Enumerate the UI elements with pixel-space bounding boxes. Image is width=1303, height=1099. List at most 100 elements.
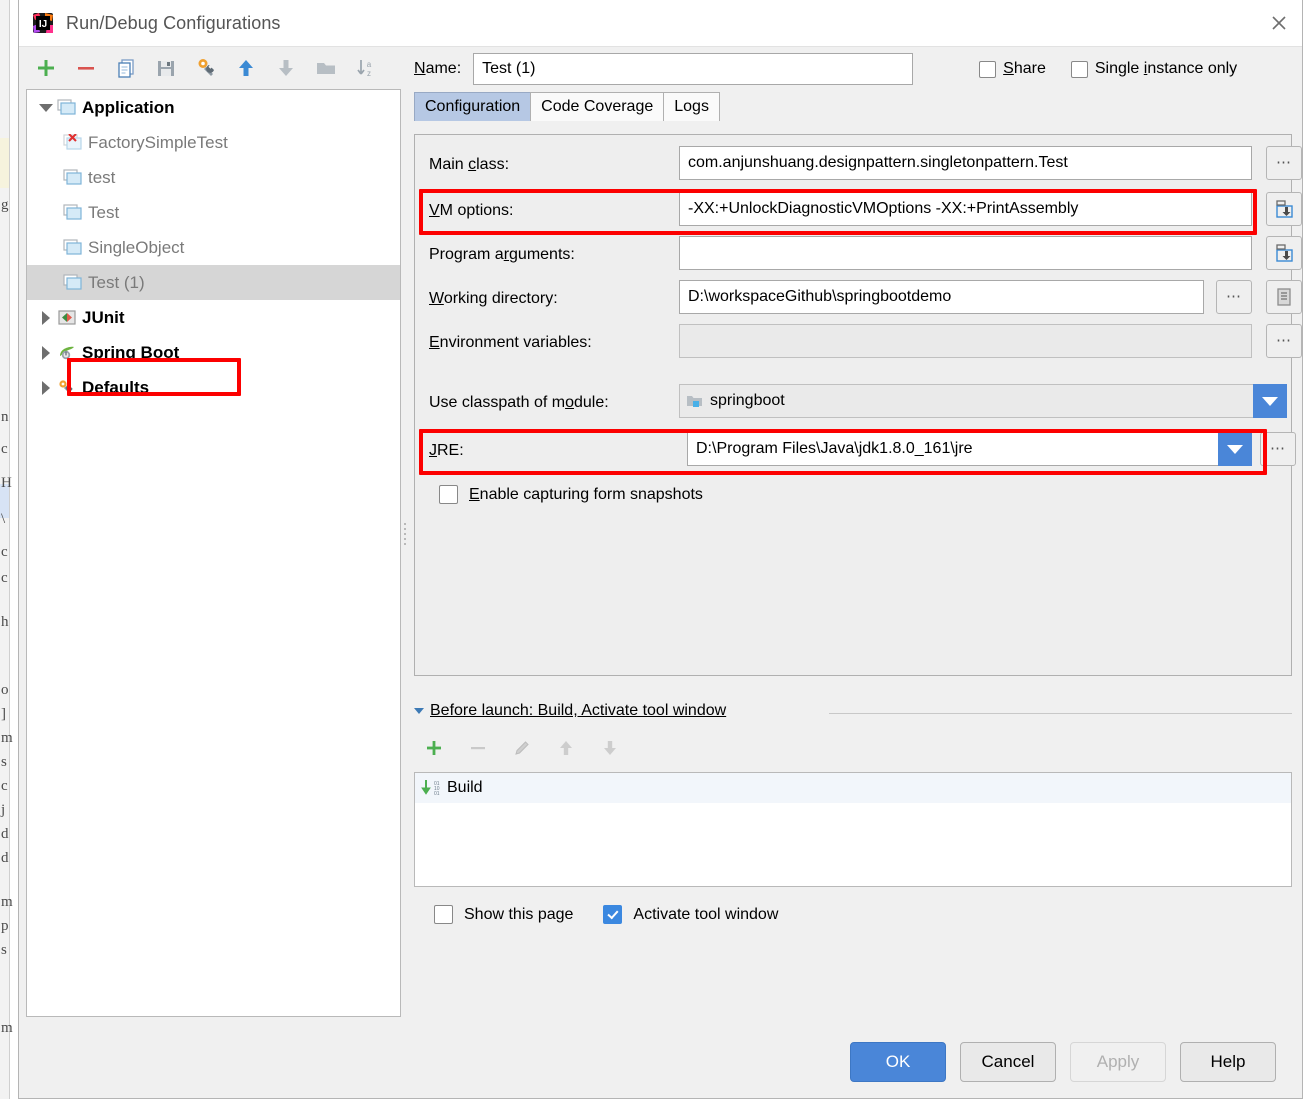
tree-item-test[interactable]: Test bbox=[27, 195, 400, 230]
tab-code-coverage[interactable]: Code Coverage bbox=[530, 92, 665, 121]
tree-item-spring-boot[interactable]: Spring Boot bbox=[27, 335, 400, 370]
triangle-right-icon[interactable] bbox=[35, 380, 57, 395]
activate-tool-window-box bbox=[603, 905, 623, 924]
help-button[interactable]: Help bbox=[1180, 1042, 1276, 1082]
copy-icon[interactable] bbox=[113, 55, 139, 81]
tab-logs[interactable]: Logs bbox=[663, 92, 720, 121]
vm-options-expand-button[interactable] bbox=[1266, 192, 1302, 226]
spring-boot-icon bbox=[57, 344, 79, 362]
enable-form-snapshots-checkbox[interactable]: Enable capturing form snapshots bbox=[439, 485, 703, 504]
environment-variables-browse-button[interactable]: ⋯ bbox=[1266, 324, 1302, 358]
expand-editor-icon bbox=[1276, 200, 1293, 218]
working-directory-browse-button[interactable]: ⋯ bbox=[1216, 280, 1252, 314]
working-directory-macro-button[interactable] bbox=[1266, 280, 1302, 314]
name-input[interactable]: Test (1) bbox=[473, 53, 914, 85]
configurations-tree[interactable]: Application FactorySimpleTest test Test Sing… bbox=[26, 89, 401, 1017]
single-instance-checkbox-box bbox=[1070, 60, 1088, 78]
application-error-icon bbox=[63, 132, 85, 152]
arrow-up-icon[interactable] bbox=[233, 55, 259, 81]
main-class-browse-button[interactable]: ⋯ bbox=[1266, 146, 1302, 180]
classpath-module-dropdown-arrow[interactable] bbox=[1253, 384, 1287, 418]
background-glyph: ] bbox=[1, 706, 6, 722]
environment-variables-input[interactable] bbox=[679, 324, 1252, 358]
share-checkbox-box bbox=[979, 60, 997, 78]
svg-text:IJ: IJ bbox=[39, 19, 47, 30]
show-this-page-label: Show this page bbox=[464, 905, 574, 923]
background-glyph: s bbox=[1, 754, 7, 770]
before-launch-title: Before launch: Build, Activate tool wind… bbox=[430, 702, 727, 719]
wrench-icon bbox=[57, 379, 79, 397]
background-glyph: c bbox=[1, 544, 8, 560]
vm-options-value: -XX:+UnlockDiagnosticVMOptions -XX:+Prin… bbox=[688, 200, 1079, 217]
jre-label: JRE: bbox=[429, 442, 464, 459]
share-checkbox[interactable]: Share bbox=[979, 60, 1046, 78]
add-configuration-button[interactable] bbox=[33, 55, 59, 81]
arrow-down-icon[interactable] bbox=[273, 55, 299, 81]
environment-variables-label: Environment variables: bbox=[429, 334, 592, 351]
tab-configuration[interactable]: Configuration bbox=[414, 92, 532, 121]
jre-browse-button[interactable]: ⋯ bbox=[1260, 432, 1296, 466]
show-this-page-box bbox=[434, 905, 453, 924]
triangle-down-icon bbox=[414, 708, 424, 714]
jre-combo[interactable]: D:\Program Files\Java\jdk1.8.0_161\jre bbox=[687, 432, 1252, 466]
svg-text:01: 01 bbox=[434, 791, 440, 797]
configuration-tabs: Configuration Code Coverage Logs bbox=[409, 91, 1302, 121]
pane-splitter[interactable] bbox=[402, 520, 408, 546]
tree-item-label: JUnit bbox=[82, 307, 125, 327]
tree-item-test-1[interactable]: Test (1) bbox=[27, 265, 400, 300]
classpath-module-combo[interactable]: springboot bbox=[679, 384, 1287, 418]
tree-item-label: SingleObject bbox=[88, 237, 185, 257]
show-this-page-checkbox[interactable]: Show this page bbox=[434, 905, 573, 924]
dialog-footer: OK Cancel Apply Help bbox=[19, 1026, 1302, 1098]
program-arguments-label: Program arguments: bbox=[429, 246, 575, 263]
ok-button-label: OK bbox=[885, 1052, 911, 1071]
cancel-button-label: Cancel bbox=[981, 1052, 1035, 1071]
ellipsis-icon: ⋯ bbox=[1276, 154, 1292, 171]
classpath-module-label: Use classpath of module: bbox=[429, 394, 609, 411]
single-instance-checkbox[interactable]: Single instance only bbox=[1070, 60, 1237, 78]
close-icon[interactable] bbox=[1256, 0, 1302, 45]
before-launch-task-list[interactable]: 01 10 01 Build bbox=[414, 772, 1292, 887]
before-launch-header[interactable]: Before launch: Build, Activate tool wind… bbox=[414, 702, 726, 720]
program-arguments-expand-button[interactable] bbox=[1266, 236, 1302, 270]
expand-editor-icon bbox=[1276, 244, 1293, 262]
working-directory-input[interactable]: D:\workspaceGithub\springbootdemo bbox=[679, 280, 1204, 314]
list-item[interactable]: 01 10 01 Build bbox=[415, 773, 1291, 803]
jre-value: D:\Program Files\Java\jdk1.8.0_161\jre bbox=[696, 440, 973, 457]
activate-tool-window-checkbox[interactable]: Activate tool window bbox=[603, 905, 778, 924]
tree-item-defaults[interactable]: Defaults bbox=[27, 370, 400, 405]
application-icon bbox=[57, 98, 79, 117]
background-glyph: m bbox=[1, 730, 13, 746]
tree-item-label: Spring Boot bbox=[82, 342, 180, 362]
list-item-label: Build bbox=[447, 779, 483, 796]
module-icon bbox=[686, 393, 704, 409]
wrench-icon[interactable] bbox=[193, 55, 219, 81]
tree-item-test[interactable]: test bbox=[27, 160, 400, 195]
triangle-right-icon[interactable] bbox=[35, 310, 57, 325]
tree-item-label: Test (1) bbox=[88, 272, 145, 292]
remove-configuration-button[interactable] bbox=[73, 55, 99, 81]
triangle-right-icon[interactable] bbox=[35, 345, 57, 360]
working-directory-value: D:\workspaceGithub\springbootdemo bbox=[688, 288, 952, 305]
name-row: Name: Test (1) Share Single instance onl… bbox=[409, 47, 1302, 91]
cancel-button[interactable]: Cancel bbox=[960, 1042, 1056, 1082]
jre-dropdown-arrow[interactable] bbox=[1218, 432, 1252, 466]
add-task-button[interactable] bbox=[421, 735, 447, 761]
sort-az-icon[interactable]: a z bbox=[353, 55, 379, 81]
apply-button[interactable]: Apply bbox=[1070, 1042, 1166, 1082]
tree-item-application[interactable]: Application bbox=[27, 90, 400, 125]
main-class-input[interactable]: com.anjunshuang.designpattern.singletonp… bbox=[679, 146, 1252, 180]
save-icon[interactable] bbox=[153, 55, 179, 81]
activate-tool-window-label: Activate tool window bbox=[633, 905, 779, 923]
tree-item-junit[interactable]: JUnit bbox=[27, 300, 400, 335]
tree-item-factorysimpletest[interactable]: FactorySimpleTest bbox=[27, 125, 400, 160]
triangle-down-icon[interactable] bbox=[35, 103, 57, 112]
tree-item-label: Test bbox=[88, 202, 120, 222]
background-glyph: m bbox=[1, 894, 13, 910]
ok-button[interactable]: OK bbox=[850, 1042, 946, 1082]
folder-icon[interactable] bbox=[313, 55, 339, 81]
program-arguments-input[interactable] bbox=[679, 236, 1252, 270]
enable-form-snapshots-box bbox=[439, 485, 458, 504]
tree-item-singleobject[interactable]: SingleObject bbox=[27, 230, 400, 265]
vm-options-input[interactable]: -XX:+UnlockDiagnosticVMOptions -XX:+Prin… bbox=[679, 192, 1252, 226]
